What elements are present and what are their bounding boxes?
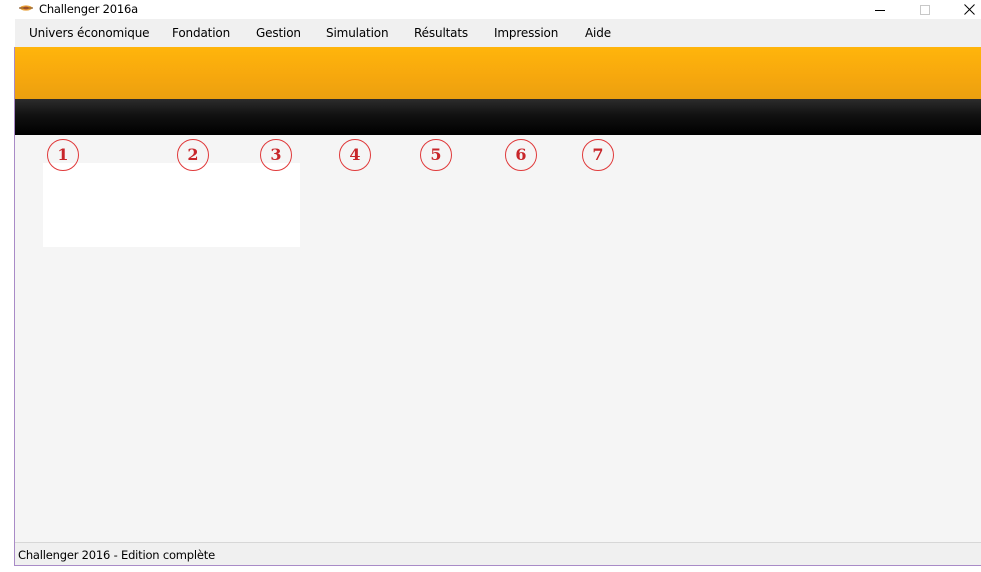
marker-5: 5 xyxy=(420,139,452,171)
blank-panel xyxy=(43,163,300,247)
menu-univers-economique[interactable]: Univers économique xyxy=(29,19,150,47)
menu-simulation[interactable]: Simulation xyxy=(326,19,389,47)
marker-4: 4 xyxy=(339,139,371,171)
marker-7: 7 xyxy=(582,139,614,171)
maximize-icon xyxy=(919,4,930,15)
menu-impression[interactable]: Impression xyxy=(494,19,558,47)
status-text: Challenger 2016 - Edition complète xyxy=(18,548,215,562)
close-icon xyxy=(964,4,975,15)
marker-2: 2 xyxy=(177,139,209,171)
orange-banner xyxy=(15,47,981,99)
app-window: Challenger 2016a Univers économique Fond… xyxy=(0,0,981,572)
menu-gestion[interactable]: Gestion xyxy=(256,19,301,47)
marker-3: 3 xyxy=(260,139,292,171)
menu-bar: Univers économique Fondation Gestion Sim… xyxy=(15,19,981,47)
menu-resultats[interactable]: Résultats xyxy=(414,19,468,47)
window-bottom-border xyxy=(14,565,981,566)
maximize-button[interactable] xyxy=(902,0,947,19)
menu-fondation[interactable]: Fondation xyxy=(172,19,230,47)
window-title: Challenger 2016a xyxy=(39,2,138,16)
black-toolbar-band xyxy=(15,99,981,135)
menu-aide[interactable]: Aide xyxy=(585,19,611,47)
window-left-border xyxy=(14,47,15,566)
title-bar[interactable]: Challenger 2016a xyxy=(0,0,981,19)
marker-1: 1 xyxy=(47,139,79,171)
app-icon xyxy=(19,5,33,11)
status-bar: Challenger 2016 - Edition complète xyxy=(15,542,981,566)
close-button[interactable] xyxy=(947,0,981,19)
minimize-button[interactable] xyxy=(857,0,902,19)
marker-6: 6 xyxy=(505,139,537,171)
minimize-icon xyxy=(874,9,885,11)
